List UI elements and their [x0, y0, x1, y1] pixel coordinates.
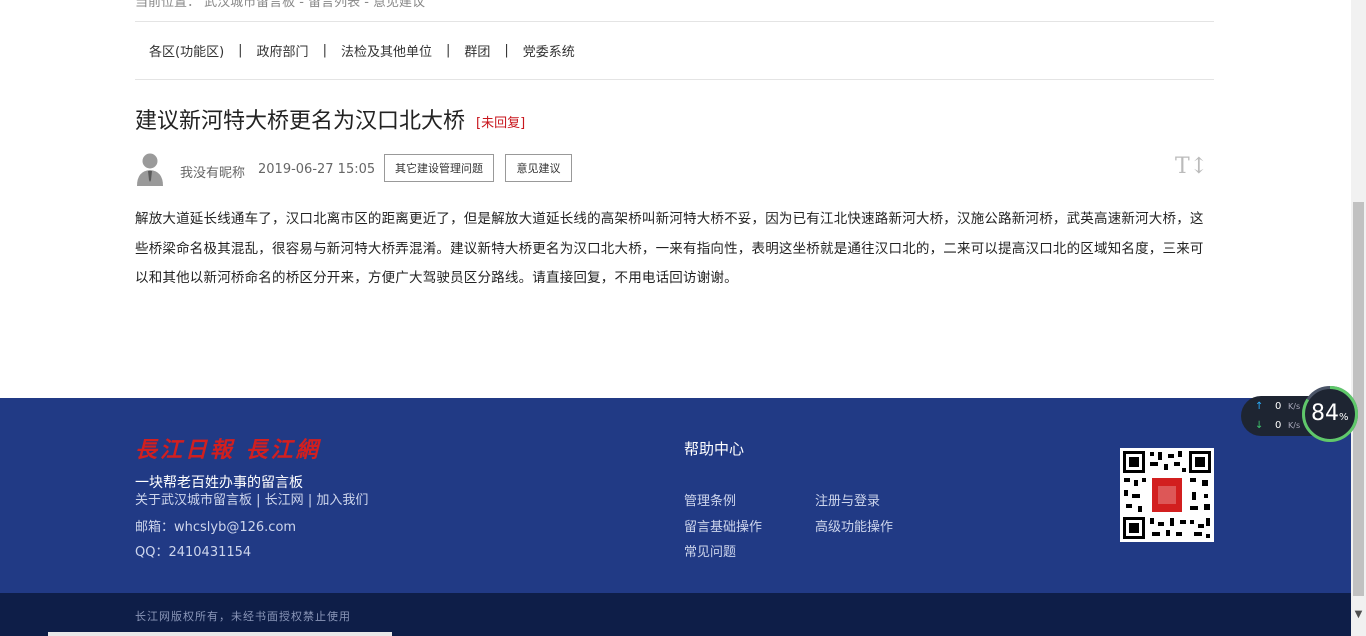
font-size-icon[interactable]: T↕ — [1175, 154, 1208, 179]
post-date: 2019-06-27 15:05 — [258, 162, 376, 177]
help-link-basic[interactable]: 留言基础操作 — [684, 516, 762, 535]
changjiang-logo: 長江日報 長江網 — [135, 437, 321, 463]
nav-item-courts[interactable]: 法检及其他单位 — [327, 41, 446, 60]
nav-item-districts[interactable]: 各区(功能区) — [135, 41, 238, 60]
about-link[interactable]: 关于武汉城市留言板 — [135, 493, 252, 508]
copyright-bar: 长江网版权所有，未经书面授权禁止使用 — [0, 593, 1351, 636]
divider — [135, 21, 1214, 22]
reply-status-badge: [未回复] — [476, 116, 526, 131]
help-link-register[interactable]: 注册与登录 — [815, 490, 880, 509]
author-name: 我没有昵称 — [180, 166, 246, 181]
qr-code-icon — [1120, 448, 1214, 542]
nav-item-government[interactable]: 政府部门 — [243, 41, 323, 60]
help-center-title: 帮助中心 — [684, 440, 745, 458]
cjn-link[interactable]: 长江网 — [265, 493, 304, 508]
horizontal-scrollbar[interactable] — [48, 632, 392, 636]
nav-item-groups[interactable]: 群团 — [450, 41, 504, 60]
footer: 長江日報 長江網 一块帮老百姓办事的留言板 关于武汉城市留言板 | 长江网 | … — [0, 398, 1351, 593]
download-arrow-icon: ↓ — [1255, 420, 1264, 431]
footer-links: 关于武汉城市留言板 | 长江网 | 加入我们 — [135, 493, 369, 508]
copyright-text: 长江网版权所有，未经书面授权禁止使用 — [135, 610, 351, 623]
contact-qq: QQ：2410431154 — [135, 545, 252, 560]
category-nav: 各区(功能区) | 政府部门 | 法检及其他单位 | 群团 | 党委系统 — [135, 40, 589, 60]
nav-item-party[interactable]: 党委系统 — [509, 41, 589, 60]
help-link-faq[interactable]: 常见问题 — [684, 541, 736, 560]
scroll-down-icon[interactable]: ▼ — [1351, 600, 1366, 630]
contact-email: 邮箱：whcslyb@126.com — [135, 520, 297, 535]
download-unit: K/s — [1288, 421, 1301, 430]
memory-usage-percent: 84% — [1311, 401, 1349, 426]
breadcrumb: 当前位置： 武汉城市留言板 - 留言列表 - 意见建议 — [135, 0, 426, 10]
upload-unit: K/s — [1288, 402, 1301, 411]
divider — [135, 79, 1214, 80]
content-area: 当前位置： 武汉城市留言板 - 留言列表 - 意见建议 各区(功能区) | 政府… — [0, 0, 1351, 398]
download-speed: 0 — [1275, 420, 1282, 431]
help-link-rules[interactable]: 管理条例 — [684, 490, 736, 509]
type-tag[interactable]: 意见建议 — [505, 154, 572, 182]
help-link-advanced[interactable]: 高级功能操作 — [815, 516, 893, 535]
upload-speed: 0 — [1275, 401, 1282, 412]
avatar-icon — [137, 153, 163, 186]
upload-arrow-icon: ↑ — [1255, 401, 1264, 412]
join-us-link[interactable]: 加入我们 — [316, 493, 368, 508]
category-tag[interactable]: 其它建设管理问题 — [384, 154, 494, 182]
post-body: 解放大道延长线通车了，汉口北离市区的距离更近了，但是解放大道延长线的高架桥叫新河… — [135, 211, 1204, 286]
post-title: 建议新河特大桥更名为汉口北大桥 — [135, 109, 466, 134]
